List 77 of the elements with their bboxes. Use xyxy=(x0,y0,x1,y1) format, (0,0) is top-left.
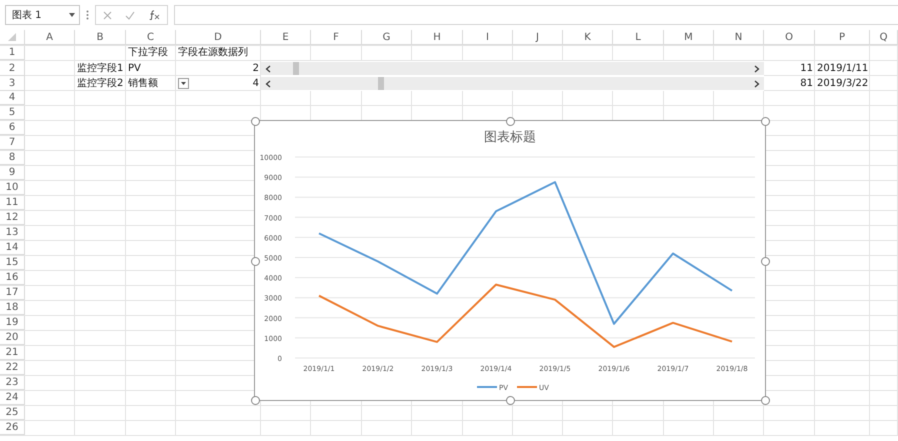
column-header[interactable]: P xyxy=(815,30,870,45)
cell-text: 4 xyxy=(252,78,259,88)
row-header[interactable]: 23 xyxy=(0,376,25,390)
cell-text: 81 xyxy=(800,78,813,88)
row-header[interactable]: 13 xyxy=(0,226,25,240)
row-header[interactable]: 5 xyxy=(0,106,25,120)
column-header[interactable]: D xyxy=(176,30,261,45)
cell-text: 2 xyxy=(252,64,259,74)
row-header[interactable]: 6 xyxy=(0,121,25,135)
row-header[interactable]: 7 xyxy=(0,136,25,150)
row-header[interactable]: 24 xyxy=(0,391,25,405)
scroll-right-button[interactable] xyxy=(750,77,764,90)
row-header[interactable]: 1 xyxy=(0,46,25,60)
cell-text: 11 xyxy=(800,64,813,74)
cell-text: 销售额 xyxy=(128,78,158,88)
resize-handle[interactable] xyxy=(761,256,770,266)
name-box[interactable]: 图表 1 xyxy=(5,5,80,25)
cell-text: 监控字段2 xyxy=(77,78,124,88)
row-header[interactable]: 11 xyxy=(0,196,25,210)
scrollbar-thumb[interactable] xyxy=(292,62,299,75)
chart-title: 图表标题 xyxy=(484,130,536,145)
column-header[interactable]: O xyxy=(764,30,815,45)
column-header[interactable]: J xyxy=(513,30,563,45)
scroll-right-button[interactable] xyxy=(750,62,764,75)
row-header[interactable]: 22 xyxy=(0,361,25,375)
column-header[interactable]: A xyxy=(25,30,75,45)
column-header[interactable]: L xyxy=(613,30,664,45)
column-header[interactable]: C xyxy=(126,30,176,45)
column-header[interactable]: I xyxy=(463,30,513,45)
row-header[interactable]: 4 xyxy=(0,91,25,105)
resize-handle[interactable] xyxy=(251,256,260,266)
cell-text: 下拉字段 xyxy=(128,48,168,58)
cell-text: 字段在源数据列 xyxy=(178,48,248,58)
column-header[interactable]: H xyxy=(412,30,463,45)
caret-icon xyxy=(69,13,75,17)
row-header[interactable]: 21 xyxy=(0,346,25,360)
row-header[interactable]: 12 xyxy=(0,211,25,225)
row-header[interactable]: 20 xyxy=(0,331,25,345)
scroll-left-button[interactable] xyxy=(261,77,275,90)
row-header[interactable]: 2 xyxy=(0,61,25,76)
column-header[interactable]: N xyxy=(714,30,764,45)
column-header[interactable]: Q xyxy=(870,30,898,45)
function-icon[interactable] xyxy=(149,10,160,20)
column-header[interactable]: F xyxy=(311,30,362,45)
column-header[interactable]: B xyxy=(75,30,126,45)
resize-handle[interactable] xyxy=(506,396,515,405)
column-header[interactable]: K xyxy=(563,30,613,45)
cell-text: PV xyxy=(128,64,141,74)
row-header[interactable]: 19 xyxy=(0,316,25,330)
scrollbar-thumb[interactable] xyxy=(378,77,384,90)
row-header[interactable]: 17 xyxy=(0,286,25,300)
more-icon[interactable] xyxy=(86,10,89,20)
row-header[interactable]: 18 xyxy=(0,301,25,315)
row-header[interactable]: 25 xyxy=(0,406,25,420)
resize-handle[interactable] xyxy=(761,396,770,405)
row-header[interactable]: 26 xyxy=(0,421,25,435)
row-header[interactable]: 10 xyxy=(0,181,25,195)
column-header[interactable]: M xyxy=(664,30,714,45)
column-header[interactable]: G xyxy=(362,30,412,45)
row-header[interactable]: 3 xyxy=(0,76,25,91)
close-icon[interactable] xyxy=(102,10,112,20)
resize-handle[interactable] xyxy=(506,117,515,126)
dropdown-button[interactable] xyxy=(178,78,189,89)
triangle-icon xyxy=(8,33,16,41)
row-header[interactable]: 8 xyxy=(0,151,25,165)
row-header[interactable]: 15 xyxy=(0,256,25,270)
row-header[interactable]: 14 xyxy=(0,241,25,255)
cell-text: 2019/1/11 xyxy=(817,64,868,74)
caret-icon xyxy=(181,82,186,85)
column-header[interactable]: E xyxy=(261,30,311,45)
row-header[interactable]: 9 xyxy=(0,166,25,180)
check-icon[interactable] xyxy=(125,10,136,20)
cell-text: 2019/3/22 xyxy=(817,78,868,88)
scroll-left-button[interactable] xyxy=(261,62,275,75)
row-header[interactable]: 16 xyxy=(0,271,25,285)
resize-handle[interactable] xyxy=(251,396,260,405)
cell-text: 监控字段1 xyxy=(77,64,124,74)
